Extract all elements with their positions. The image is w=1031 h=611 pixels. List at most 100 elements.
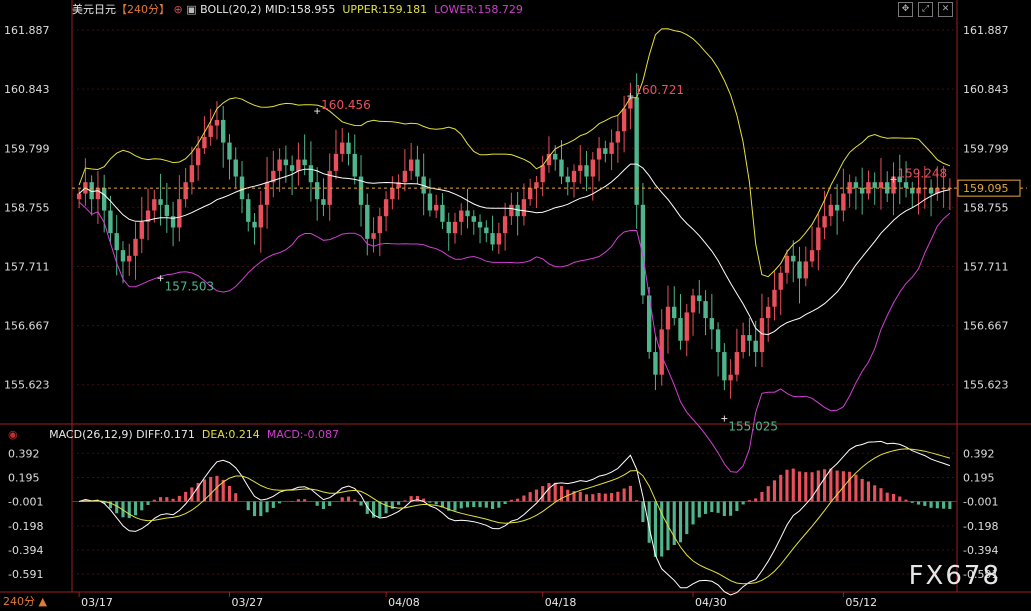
candle-body [634,97,639,205]
candle-body [841,193,846,211]
candle-body [527,187,533,200]
x-tick-label: 04/18 [545,596,577,609]
candle-body [828,204,834,217]
candle-body [778,272,783,290]
expand-icon[interactable]: ⤢ [918,2,933,17]
macd-tick-left: -0.591 [8,568,43,581]
price-tick-right: 161.887 [963,24,1009,37]
candle-body [784,255,790,273]
price-tick-right: 158.755 [963,201,1009,214]
candle-body [114,233,119,251]
boll-label[interactable]: BOLL(20,2) [200,3,261,16]
x-tick-label: 05/12 [845,596,877,609]
price-tick-left: 158.755 [4,201,50,214]
candle-body [859,187,865,194]
price-tick-left: 157.711 [4,261,50,274]
price-tick-left: 159.799 [4,142,50,155]
candle-body [502,216,508,234]
candle-body [684,312,689,341]
candle-body [772,289,777,307]
candle-body [189,165,195,183]
candle-body [672,306,677,319]
indicator-icon: ▣ [186,3,197,16]
boll-upper: UPPER:159.181 [342,3,428,16]
candle-body [665,306,671,330]
chart-canvas[interactable]: 161.887 161.887 160.843 160.843 159.799 159.7… [0,0,1031,611]
candle-body [459,210,464,222]
candle-body [308,165,314,183]
macd-header: ◉ MACD(26,12,9) DIFF:0.171 DEA:0.214 MAC… [8,428,339,442]
macd-tick-right: 0.195 [963,472,995,485]
price-tick-left: 155.623 [4,379,50,392]
price-tick-left: 161.887 [4,24,50,37]
candle-body [678,318,683,341]
candle-body [202,136,207,149]
candle-body [108,210,113,234]
candle-body [152,199,157,211]
price-tick-right: 155.623 [963,379,1009,392]
candle-body [158,199,163,205]
boll-mid: MID:158.955 [264,3,336,16]
candle-body [621,108,627,132]
settings-icon[interactable]: ◉ [8,428,18,441]
period-button[interactable]: 240分 ▲ [3,595,47,609]
candle-body [690,295,696,313]
macd-tick-right: 0.392 [963,447,995,460]
candle-body [233,159,238,177]
macd-tick-left: -0.198 [8,520,43,533]
price-tick-right: 156.667 [963,320,1009,333]
lock-icon[interactable]: ⊕ [174,3,183,16]
candle-body [490,233,495,245]
candle-body [540,165,545,183]
candle-body [264,182,270,205]
candle-body [283,159,289,166]
candle-body [127,255,132,262]
current-price-label: 159.095 [963,182,1009,195]
candle-body [183,182,188,200]
x-tick-label: 04/08 [388,596,420,609]
candle-body [101,187,107,211]
price-tick-right: 159.799 [963,142,1009,155]
candle-body [383,199,389,217]
macd-tick-left: 0.195 [8,472,40,485]
price-tick-left: 160.843 [4,83,50,96]
candle-body [872,182,877,188]
candle-body [822,216,827,228]
candle-body [803,261,808,279]
period-button-label: 240分 [3,595,35,608]
symbol-name: 美元日元 [72,3,116,16]
x-tick-label: 03/17 [81,596,113,609]
candle-body [878,182,884,188]
candle-body [452,221,458,234]
candle-body [521,199,527,217]
dropdown-icon[interactable]: ▲ [35,595,46,608]
period-label[interactable]: 【240分】 [116,3,170,16]
macd-diff: DIFF:0.171 [136,428,195,441]
candle-body [434,204,439,211]
extreme-label: 159.248 [897,166,947,180]
candle-body [139,221,144,239]
candle-body [766,306,771,319]
close-icon[interactable]: ✕ [938,2,953,17]
candle-body [471,216,476,222]
candle-body [834,204,840,211]
macd-label[interactable]: MACD(26,12,9) [49,428,133,441]
candle-body [446,221,451,234]
candle-body [853,182,859,188]
crosshair-icon[interactable]: ✥ [898,2,913,17]
chart-header: 美元日元【240分】 ⊕ ▣ BOLL(20,2) MID:158.955 UP… [72,3,523,17]
candle-body [571,170,577,183]
candle-body [753,340,758,353]
candle-body [440,204,445,222]
macd-dea: DEA:0.214 [201,428,260,441]
candle-body [916,187,921,194]
candle-body [133,238,138,256]
candle-body [333,153,339,171]
candle-body [95,187,101,200]
candle-body [496,233,502,245]
candle-body [734,352,740,375]
candle-body [340,142,345,154]
candle-body [427,193,433,211]
candle-body [590,159,595,177]
candle-body [371,233,376,239]
